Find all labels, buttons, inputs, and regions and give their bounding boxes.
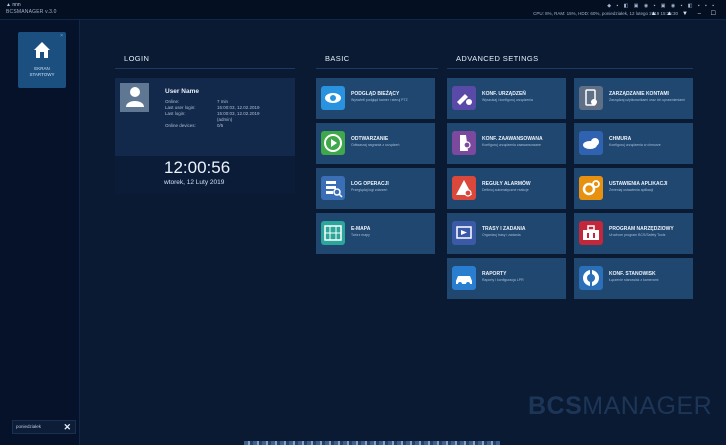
alarm-rules-icon <box>452 176 476 200</box>
system-tray-icons[interactable]: ◆ ▪ ◧ ▣ ◉ ▪ ▣ ◉ ▪ ◧ ▪ ▪ ▪ <box>607 3 716 9</box>
window-controls[interactable]: ▲ ▲ ▼ – ☐ <box>651 10 720 17</box>
clock-date: wtorek, 12 Luty 2019 <box>164 179 225 186</box>
divider <box>316 68 438 69</box>
logout-button[interactable]: ✕ <box>63 422 71 433</box>
app-logo: ▲ nnn <box>6 2 21 8</box>
toolbox-icon <box>579 221 603 245</box>
user-icon <box>126 87 144 107</box>
tile-advanced-config[interactable]: KONF. ZAAWANSOWANA Konfiguruj urządzenia… <box>447 123 566 164</box>
tile-app-settings[interactable]: USTAWIENIA APLIKACJI Zmieniaj ustawienia… <box>574 168 693 209</box>
tile-alarm-rules[interactable]: REGUŁY ALARMÓW Definiuj automatyczne rea… <box>447 168 566 209</box>
divider <box>447 68 693 69</box>
tile-cloud[interactable]: CHMURA Konfiguruj urządzenia w chmurze <box>574 123 693 164</box>
log-search-icon <box>321 176 345 200</box>
workstation-icon <box>579 266 603 290</box>
user-management-icon <box>579 86 603 110</box>
tile-operation-log[interactable]: LOG OPERACJI Przeglądaj logi zdarzeń <box>316 168 435 209</box>
taskbar-strip <box>244 441 500 445</box>
login-card: User Name Online: 7 min Last user login: 1… <box>115 78 295 156</box>
logged-user-strip: poniedziałek ✕ <box>12 420 76 434</box>
app-title: BCSMANAGER v.3.0 <box>6 9 57 15</box>
home-icon <box>34 42 50 58</box>
tile-tool-program[interactable]: PROGRAM NARZĘDZIOWY Uruchom program BCS/… <box>574 213 693 254</box>
tile-e-map[interactable]: E-MAPA Twórz mapy <box>316 213 435 254</box>
play-icon <box>321 131 345 155</box>
advanced-config-icon <box>452 131 476 155</box>
close-tab-icon[interactable]: × <box>60 33 63 39</box>
user-name: User Name <box>165 88 199 95</box>
advanced-section-title: ADVANCED SETINGS <box>456 54 539 63</box>
avatar <box>120 83 149 112</box>
device-config-icon <box>452 86 476 110</box>
tile-device-config[interactable]: KONF. URZĄDZEŃ Wyszukaj i konfiguruj urz… <box>447 78 566 119</box>
map-icon <box>321 221 345 245</box>
home-screen-tab[interactable]: × EKRAN STARTOWY <box>18 32 66 88</box>
divider <box>115 68 295 69</box>
eye-icon <box>321 86 345 110</box>
bcs-manager-watermark: BCSMANAGER <box>528 392 713 420</box>
clock-panel: 12:00:56 wtorek, 12 Luty 2019 <box>115 156 295 194</box>
tile-account-management[interactable]: ZARZĄDZANIE KONTAMI Zarządzaj użytkownik… <box>574 78 693 119</box>
clock-time: 12:00:56 <box>164 158 231 177</box>
routes-icon <box>452 221 476 245</box>
title-bar: ▲ nnn BCSMANAGER v.3.0 ◆ ▪ ◧ ▣ ◉ ▪ ▣ ◉ ▪… <box>0 0 726 20</box>
login-section-title: LOGIN <box>124 54 150 63</box>
tile-live-view[interactable]: PODGLĄD BIEŻĄCY Wyświetl podgląd kamer i… <box>316 78 435 119</box>
tile-workstation-config[interactable]: KONF. STANOWISK Łączenie stanowisk z kam… <box>574 258 693 299</box>
sidebar: × EKRAN STARTOWY poniedziałek ✕ <box>0 20 80 445</box>
home-screen-label: EKRAN STARTOWY <box>29 66 55 77</box>
app-settings-icon <box>579 176 603 200</box>
cloud-icon <box>579 131 603 155</box>
tile-playback[interactable]: ODTWARZANIE Odtwarzaj nagrania z urządze… <box>316 123 435 164</box>
tile-reports[interactable]: RAPORTY Raporty i konfiguracja LPR <box>447 258 566 299</box>
car-report-icon <box>452 266 476 290</box>
basic-section-title: BASIC <box>325 54 350 63</box>
tile-routes-tasks[interactable]: TRASY I ZADANIA Organizuj trasy i zadani… <box>447 213 566 254</box>
logged-user-name: poniedziałek <box>16 424 42 429</box>
